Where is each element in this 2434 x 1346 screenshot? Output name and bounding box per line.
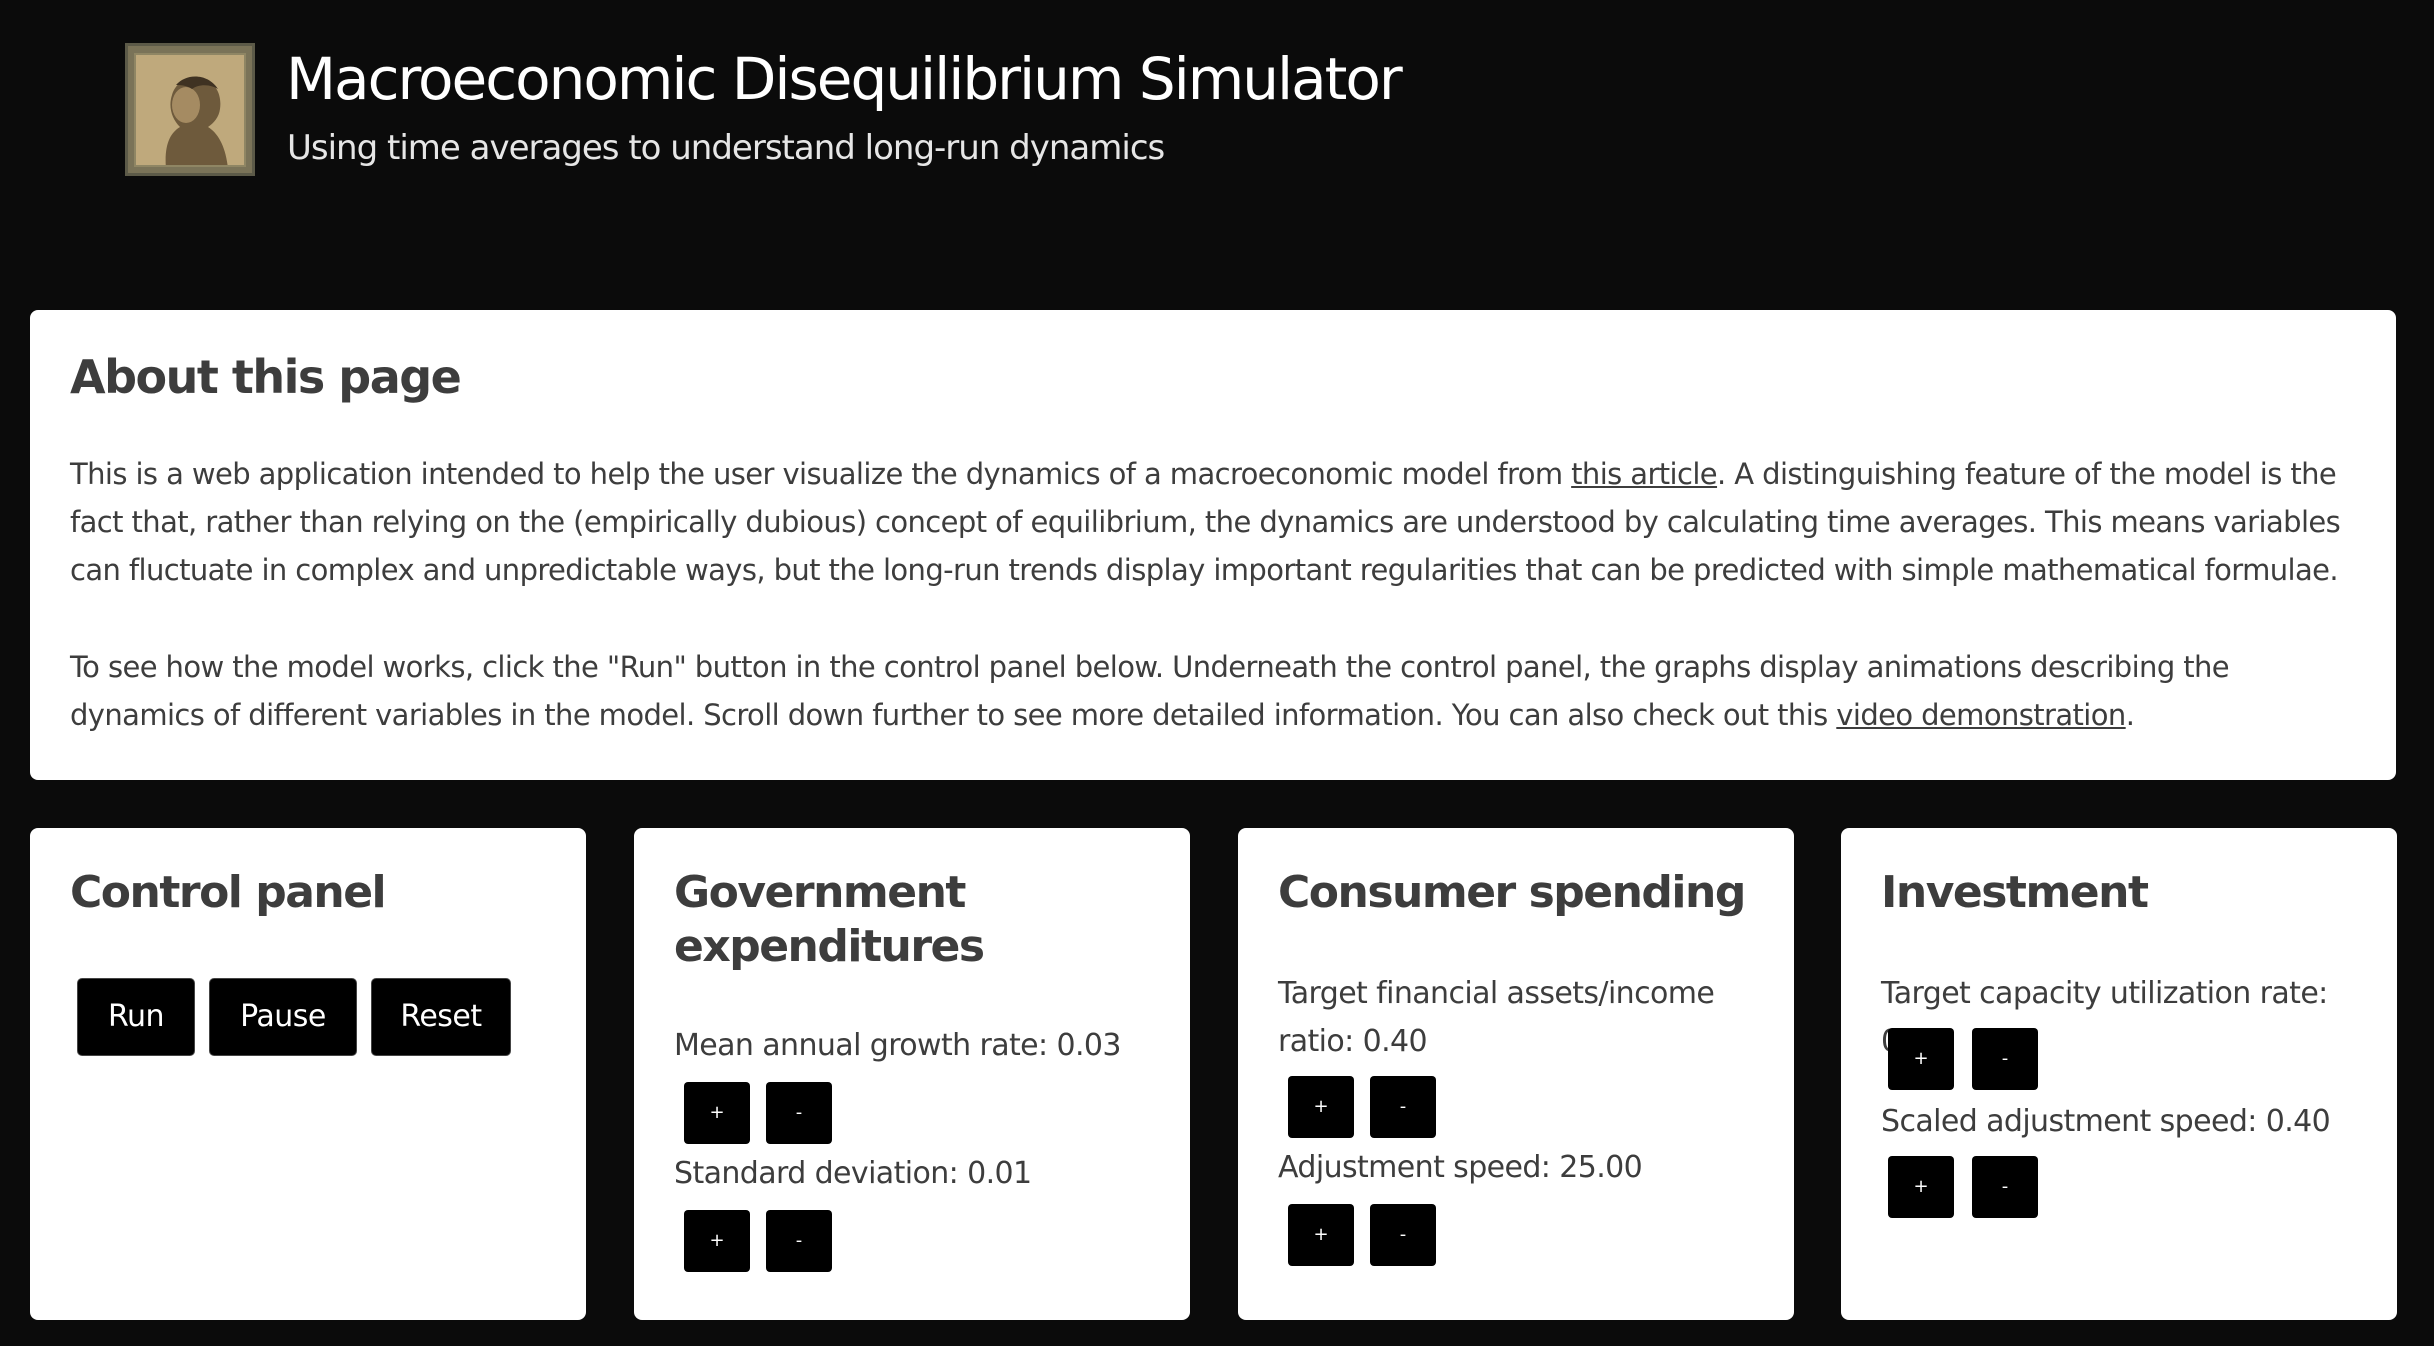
capacity-utilization-decrease-button[interactable]: - [1972, 1028, 2038, 1090]
scaled-speed-increase-button[interactable]: + [1888, 1156, 1954, 1218]
adjustment-speed-label: Adjustment speed: 25.00 [1278, 1150, 1643, 1185]
growth-rate-decrease-button[interactable]: - [766, 1082, 832, 1144]
about-card: About this page This is a web applicatio… [30, 310, 2396, 780]
scaled-speed-decrease-button[interactable]: - [1972, 1156, 2038, 1218]
adjustment-speed-decrease-button[interactable]: - [1370, 1204, 1436, 1266]
page-subtitle: Using time averages to understand long-r… [287, 128, 1165, 168]
capacity-utilization-increase-button[interactable]: + [1888, 1028, 1954, 1090]
growth-rate-label: Mean annual growth rate: 0.03 [674, 1028, 1121, 1063]
standard-deviation-label: Standard deviation: 0.01 [674, 1156, 1032, 1191]
consumer-heading: Consumer spending [1278, 867, 1746, 918]
target-assets-ratio-increase-button[interactable]: + [1288, 1076, 1354, 1138]
control-panel-card: Control panel Run Pause Reset [30, 828, 586, 1320]
portrait-logo [125, 43, 255, 176]
growth-rate-increase-button[interactable]: + [684, 1082, 750, 1144]
investment-card: Investment Target capacity utilization r… [1841, 828, 2397, 1320]
reset-button[interactable]: Reset [371, 978, 511, 1056]
standard-deviation-decrease-button[interactable]: - [766, 1210, 832, 1272]
government-expenditures-card: Government expenditures Mean annual grow… [634, 828, 1190, 1320]
page-title: Macroeconomic Disequilibrium Simulator [286, 45, 1403, 113]
control-panel-heading: Control panel [70, 867, 387, 918]
scaled-adjustment-speed-label: Scaled adjustment speed: 0.40 [1881, 1104, 2331, 1139]
target-assets-ratio-label: Target financial assets/income ratio: 0.… [1278, 976, 1715, 1059]
site-header: Macroeconomic Disequilibrium Simulator U… [0, 0, 2434, 300]
about-paragraph-2: To see how the model works, click the "R… [70, 643, 2360, 739]
run-button[interactable]: Run [77, 978, 195, 1056]
about-paragraph-1: This is a web application intended to he… [70, 450, 2360, 594]
standard-deviation-increase-button[interactable]: + [684, 1210, 750, 1272]
video-demonstration-link[interactable]: video demonstration [1836, 698, 2126, 732]
target-capacity-utilization-label: Target capacity utilization rate: 0.75 [1881, 976, 2328, 1059]
about-p1-text: This is a web application intended to he… [70, 457, 1572, 491]
pause-button[interactable]: Pause [209, 978, 357, 1056]
government-heading: Government expenditures [674, 867, 985, 972]
consumer-spending-card: Consumer spending Target financial asset… [1238, 828, 1794, 1320]
target-assets-ratio-decrease-button[interactable]: - [1370, 1076, 1436, 1138]
about-p2-text-after: . [2125, 698, 2135, 732]
about-heading: About this page [70, 350, 462, 404]
investment-heading: Investment [1881, 867, 2149, 918]
article-link[interactable]: this article [1571, 457, 1718, 491]
adjustment-speed-increase-button[interactable]: + [1288, 1204, 1354, 1266]
